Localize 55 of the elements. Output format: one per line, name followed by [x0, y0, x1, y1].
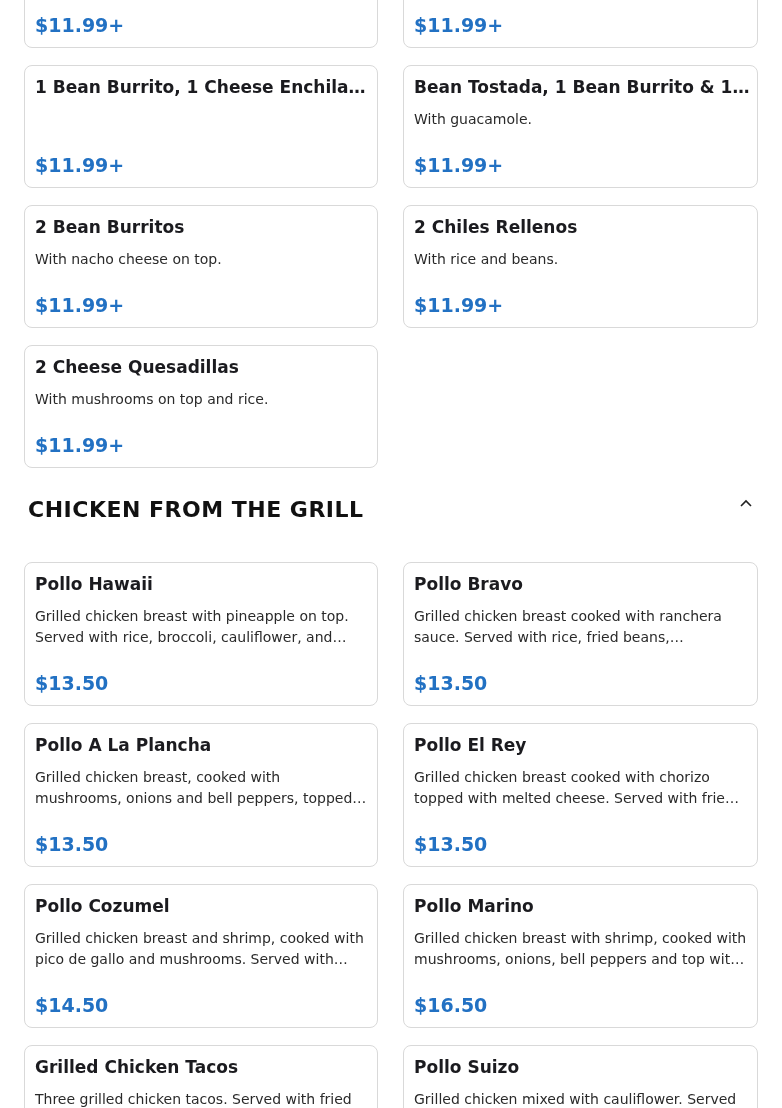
- menu-item-card[interactable]: $11.99+: [403, 0, 758, 48]
- item-price: $14.50: [35, 993, 110, 1018]
- item-description: Three grilled chicken tacos. Served with fried: [35, 1090, 353, 1108]
- item-name: Pollo Cozumel: [35, 895, 171, 918]
- menu-item-card[interactable]: Pollo Marino Grilled chicken breast with shrimp, cooked with mushrooms, onions, bell peppers and top wit… $16.50: [403, 884, 758, 1028]
- item-name: Grilled Chicken Tacos: [35, 1056, 240, 1079]
- menu-item-card[interactable]: $11.99+: [24, 0, 378, 48]
- item-price: $11.99+: [414, 153, 505, 178]
- item-price: $11.99+: [35, 13, 126, 38]
- item-price: $16.50: [414, 993, 489, 1018]
- menu-item-card[interactable]: 1 Bean Burrito, 1 Cheese Enchila… $11.99+: [24, 65, 378, 188]
- item-description: With mushrooms on top and rice.: [35, 390, 270, 409]
- menu-item-card[interactable]: Pollo Hawaii Grilled chicken breast with pineapple on top. Served with rice, broccoli, cauliflower, and… $13.50: [24, 562, 378, 706]
- menu-item-card[interactable]: Pollo Cozumel Grilled chicken breast and shrimp, cooked with pico de gallo and mushrooms. Served with… $14.50: [24, 884, 378, 1028]
- item-price: $13.50: [35, 832, 110, 857]
- item-name: Pollo El Rey: [414, 734, 528, 757]
- chevron-up-icon[interactable]: [740, 499, 752, 507]
- item-name: Pollo Hawaii: [35, 573, 154, 596]
- menu-item-card[interactable]: 2 Chiles Rellenos With rice and beans. $11.99+: [403, 205, 758, 328]
- item-price: $11.99+: [35, 433, 126, 458]
- item-name: 2 Bean Burritos: [35, 216, 186, 239]
- item-price: $11.99+: [35, 293, 126, 318]
- item-name: 2 Chiles Rellenos: [414, 216, 579, 239]
- item-description: With nacho cheese on top.: [35, 250, 223, 269]
- item-name: 2 Cheese Quesadillas: [35, 356, 240, 379]
- section-title: CHICKEN FROM THE GRILL: [28, 496, 364, 524]
- menu-item-card[interactable]: Pollo El Rey Grilled chicken breast cooked with chorizo topped with melted cheese. Served with frie… $13.50: [403, 723, 758, 867]
- item-name: Pollo Marino: [414, 895, 535, 918]
- item-name: Bean Tostada, 1 Bean Burrito & 1…: [414, 76, 747, 99]
- item-name: Pollo Bravo: [414, 573, 524, 596]
- menu-item-card[interactable]: 2 Bean Burritos With nacho cheese on top. $11.99+: [24, 205, 378, 328]
- item-name: 1 Bean Burrito, 1 Cheese Enchila…: [35, 76, 367, 99]
- menu-item-card[interactable]: 2 Cheese Quesadillas With mushrooms on top and rice. $11.99+: [24, 345, 378, 468]
- menu-item-card[interactable]: Bean Tostada, 1 Bean Burrito & 1… With guacamole. $11.99+: [403, 65, 758, 188]
- menu-item-card[interactable]: Pollo Bravo Grilled chicken breast cooked with ranchera sauce. Served with rice, fried beans,… $13.50: [403, 562, 758, 706]
- menu-item-card[interactable]: Grilled Chicken Tacos Three grilled chicken tacos. Served with fried: [24, 1045, 378, 1108]
- item-description: Grilled chicken mixed with cauliflower. Served: [414, 1090, 738, 1108]
- item-name: Pollo Suizo: [414, 1056, 521, 1079]
- item-description: Grilled chicken breast cooked with ranchera sauce. Served with rice, fried beans,…: [414, 607, 723, 647]
- item-price: $11.99+: [35, 153, 126, 178]
- item-price: $11.99+: [414, 293, 505, 318]
- item-price: $13.50: [414, 671, 489, 696]
- item-description: Grilled chicken breast and shrimp, cooked with pico de gallo and mushrooms. Served with…: [35, 929, 365, 969]
- menu-item-card[interactable]: Pollo A La Plancha Grilled chicken breast, cooked with mushrooms, onions and bell peppers, topped… $13.50: [24, 723, 378, 867]
- item-price: $11.99+: [414, 13, 505, 38]
- menu-item-card[interactable]: Pollo Suizo Grilled chicken mixed with cauliflower. Served: [403, 1045, 758, 1108]
- item-price: $13.50: [414, 832, 489, 857]
- item-description: With guacamole.: [414, 110, 533, 129]
- item-description: Grilled chicken breast with pineapple on top. Served with rice, broccoli, cauliflower, and…: [35, 607, 350, 647]
- item-description: Grilled chicken breast cooked with chorizo topped with melted cheese. Served with frie…: [414, 768, 740, 808]
- item-description: Grilled chicken breast, cooked with mushrooms, onions and bell peppers, topped…: [35, 768, 367, 808]
- item-description: With rice and beans.: [414, 250, 560, 269]
- item-price: $13.50: [35, 671, 110, 696]
- item-name: Pollo A La Plancha: [35, 734, 213, 757]
- item-description: Grilled chicken breast with shrimp, cooked with mushrooms, onions, bell peppers and top wit…: [414, 929, 747, 969]
